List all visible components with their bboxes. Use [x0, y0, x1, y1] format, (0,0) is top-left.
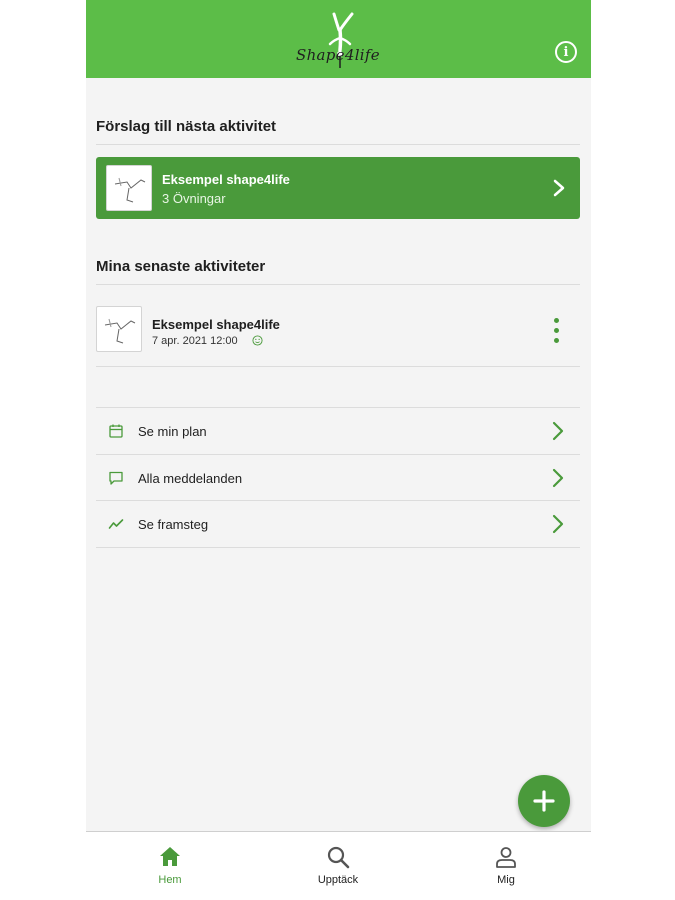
menu-item-messages[interactable]: Alla meddelanden: [96, 455, 580, 501]
app-screen: Shape4life i Förslag till nästa aktivite…: [86, 0, 591, 900]
recent-activity-title: Eksempel shape4life: [152, 317, 280, 332]
menu-item-label: Alla meddelanden: [138, 471, 243, 486]
suggestion-card-title: Eksempel shape4life: [162, 172, 290, 187]
more-dot: [553, 338, 559, 343]
divider: [96, 144, 580, 145]
smiley-icon: [252, 335, 263, 346]
info-button[interactable]: i: [555, 41, 577, 63]
suggestion-card[interactable]: Eksempel shape4life 3 Övningar: [96, 157, 580, 219]
app-header: Shape4life i: [86, 0, 591, 78]
recent-activity-date: 7 apr. 2021 12:00: [152, 335, 238, 347]
chevron-right-icon: [552, 421, 564, 441]
activity-thumbnail: [106, 165, 152, 211]
info-icon: i: [563, 44, 569, 60]
divider: [96, 366, 580, 367]
chevron-right-icon: [552, 514, 564, 534]
menu-item-progress[interactable]: Se framsteg: [96, 501, 580, 547]
more-dot: [553, 318, 559, 323]
menu-item-label: Se min plan: [138, 424, 207, 439]
suggestions-title: Förslag till nästa aktivitet: [96, 118, 277, 135]
trend-icon: [108, 519, 124, 529]
tab-label: Mig: [497, 874, 515, 886]
menu-item-label: Se framsteg: [138, 517, 209, 532]
more-dot: [553, 328, 559, 333]
plus-icon: [533, 790, 555, 812]
tab-label: Upptäck: [317, 874, 359, 886]
bottom-tab-bar: Hem Upptäck Mig: [86, 831, 591, 900]
tab-discover[interactable]: Upptäck: [254, 832, 422, 900]
recent-activity-item[interactable]: Eksempel shape4life 7 apr. 2021 12:00: [96, 302, 580, 366]
add-activity-button[interactable]: [518, 775, 570, 827]
divider: [96, 284, 580, 285]
recent-title: Mina senaste aktiviteter: [96, 258, 266, 275]
person-icon: [496, 847, 516, 868]
menu-item-plan[interactable]: Se min plan: [96, 408, 580, 454]
activity-thumbnail: [96, 306, 142, 352]
calendar-icon: [109, 424, 123, 438]
logo-text: Shape4life: [296, 46, 380, 64]
divider: [96, 547, 580, 548]
tab-me[interactable]: Mig: [422, 832, 590, 900]
tab-home[interactable]: Hem: [86, 832, 254, 900]
suggestion-card-subtitle: 3 Övningar: [162, 191, 226, 206]
chevron-right-icon: [552, 468, 564, 488]
home-icon: [160, 847, 180, 866]
chevron-right-icon: [553, 179, 565, 197]
tab-label: Hem: [158, 874, 182, 886]
search-icon: [327, 846, 350, 869]
app-logo: Shape4life: [294, 10, 384, 70]
message-icon: [109, 471, 123, 485]
more-vertical-button[interactable]: [552, 318, 560, 346]
